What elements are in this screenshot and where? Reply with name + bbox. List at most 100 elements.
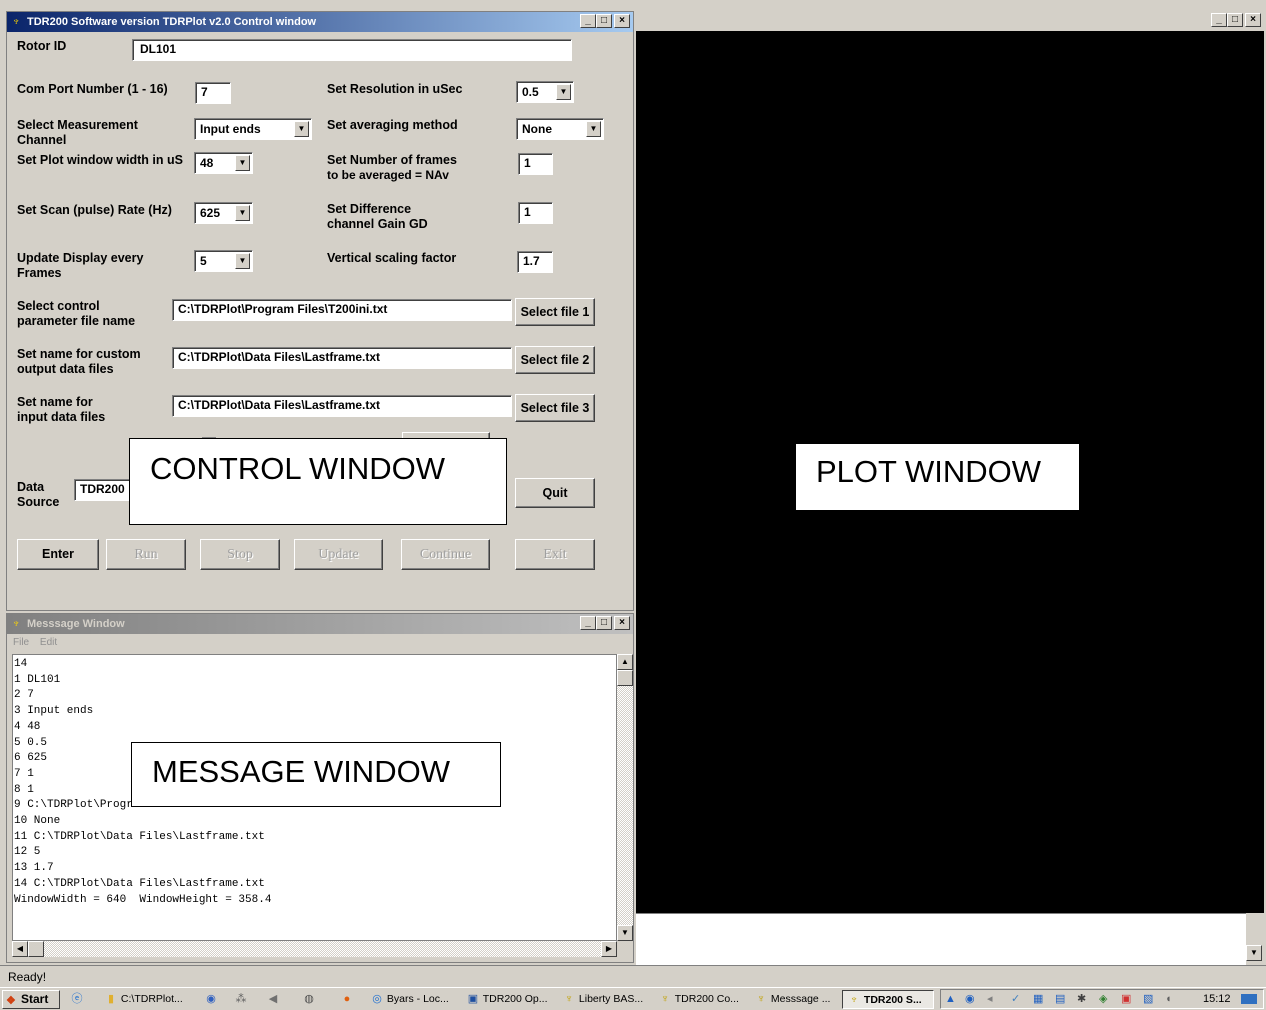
taskbar-item-message[interactable]: ♆ Messsage ... bbox=[750, 990, 838, 1009]
close-icon[interactable]: × bbox=[614, 14, 630, 28]
tray-icon-6[interactable]: ▤ bbox=[1055, 990, 1065, 1008]
update-button[interactable]: Update bbox=[294, 539, 383, 570]
chevron-down-icon[interactable]: ▼ bbox=[235, 253, 250, 269]
minimize-icon[interactable]: _ bbox=[580, 616, 596, 630]
exit-button[interactable]: Exit bbox=[515, 539, 595, 570]
resolution-value: 0.5 bbox=[522, 85, 539, 99]
select-file-3-button[interactable]: Select file 3 bbox=[515, 394, 595, 422]
plot-width-value: 48 bbox=[200, 156, 214, 170]
measurement-channel-select[interactable]: Input ends ▼ bbox=[194, 118, 312, 140]
measurement-channel-value: Input ends bbox=[200, 122, 261, 136]
taskbar-item-liberty[interactable]: ♆ Liberty BAS... bbox=[558, 990, 652, 1009]
volume-icon[interactable]: ◖ bbox=[1165, 990, 1172, 1008]
scroll-left-icon[interactable]: ◀ bbox=[12, 941, 28, 957]
scroll-down-icon[interactable]: ▼ bbox=[1246, 945, 1262, 961]
maximize-icon[interactable]: □ bbox=[596, 14, 612, 28]
tray-icon-10[interactable]: ▧ bbox=[1143, 990, 1153, 1008]
measurement-channel-label-line1: Select Measurement bbox=[17, 118, 138, 132]
com-port-input[interactable]: 7 bbox=[195, 82, 231, 104]
update-display-label: Update Display every Frames bbox=[17, 251, 143, 281]
tray-icon-4[interactable]: ✓ bbox=[1011, 990, 1020, 1008]
maximize-icon[interactable]: □ bbox=[596, 616, 612, 630]
chevron-down-icon[interactable]: ▼ bbox=[586, 121, 601, 137]
tray-icon-1[interactable]: ▲ bbox=[945, 990, 956, 1008]
plot-scrollbar[interactable]: ▼ bbox=[1246, 913, 1262, 965]
start-label: Start bbox=[21, 992, 49, 1006]
enter-button[interactable]: Enter bbox=[17, 539, 99, 570]
output-file-input[interactable]: C:\TDRPlot\Data Files\Lastframe.txt bbox=[172, 347, 512, 369]
taskbar-item-tdr200-s[interactable]: ♆ TDR200 S... bbox=[842, 990, 934, 1009]
tray-icon-9[interactable]: ▣ bbox=[1121, 990, 1131, 1008]
menu-file[interactable]: File bbox=[13, 637, 29, 648]
horizontal-scrollbar[interactable]: ◀ ▶ bbox=[12, 941, 617, 957]
taskbar-item-folder[interactable]: ▮ C:\TDRPlot... bbox=[100, 990, 196, 1009]
update-display-select[interactable]: 5 ▼ bbox=[194, 250, 253, 272]
firefox-icon[interactable]: ● bbox=[336, 990, 356, 1009]
update-display-value: 5 bbox=[200, 254, 207, 268]
select-file-1-button[interactable]: Select file 1 bbox=[515, 298, 595, 326]
minimize-icon[interactable]: _ bbox=[1211, 13, 1227, 27]
scroll-thumb-horizontal[interactable] bbox=[28, 941, 44, 957]
plot-window-titlebar[interactable]: _ □ × bbox=[636, 11, 1264, 31]
chevron-down-icon[interactable]: ▼ bbox=[235, 155, 250, 171]
vertical-scrollbar[interactable]: ▲ ▼ bbox=[617, 654, 633, 941]
resolution-select[interactable]: 0.5 ▼ bbox=[516, 81, 574, 103]
tray-icon-8[interactable]: ◈ bbox=[1099, 990, 1107, 1008]
chevron-down-icon[interactable]: ▼ bbox=[235, 205, 250, 221]
input-file-input[interactable]: C:\TDRPlot\Data Files\Lastframe.txt bbox=[172, 395, 512, 417]
plot-width-label: Set Plot window width in uS bbox=[17, 153, 183, 167]
quicklaunch-icon-2[interactable]: ⁂ bbox=[230, 990, 250, 1009]
output-file-label: Set name for custom output data files bbox=[17, 347, 141, 377]
scroll-up-icon[interactable]: ▲ bbox=[617, 654, 633, 670]
scroll-right-icon[interactable]: ▶ bbox=[601, 941, 617, 957]
continue-button[interactable]: Continue bbox=[401, 539, 490, 570]
taskbar-item-tdr200-co[interactable]: ♆ TDR200 Co... bbox=[654, 990, 748, 1009]
input-file-label-line2: input data files bbox=[17, 410, 106, 424]
show-desktop-icon[interactable] bbox=[1241, 994, 1257, 1004]
taskbar-item-label: Messsage ... bbox=[770, 993, 831, 1005]
quicklaunch-icon-1[interactable]: ◉ bbox=[200, 990, 220, 1009]
tray-icon-3[interactable]: ◂ bbox=[987, 990, 993, 1008]
message-window-titlebar[interactable]: ♆ Messsage Window _ □ × bbox=[7, 614, 633, 634]
plot-width-select[interactable]: 48 ▼ bbox=[194, 152, 253, 174]
chevron-down-icon[interactable]: ▼ bbox=[294, 121, 309, 137]
tray-icon-7[interactable]: ✱ bbox=[1077, 990, 1086, 1008]
stop-button[interactable]: Stop bbox=[200, 539, 280, 570]
taskbar-item-word[interactable]: ▣ TDR200 Op... bbox=[462, 990, 556, 1009]
start-button[interactable]: ❖ Start bbox=[2, 990, 60, 1009]
scan-rate-label: Set Scan (pulse) Rate (Hz) bbox=[17, 203, 172, 217]
close-icon[interactable]: × bbox=[1245, 13, 1261, 27]
close-icon[interactable]: × bbox=[614, 616, 630, 630]
scroll-thumb[interactable] bbox=[617, 670, 633, 686]
rotor-id-input[interactable]: DL101 bbox=[132, 39, 572, 61]
chevron-down-icon[interactable]: ▼ bbox=[556, 84, 571, 100]
control-file-input[interactable]: C:\TDRPlot\Program Files\T200ini.txt bbox=[172, 299, 512, 321]
tray-icon-5[interactable]: ▦ bbox=[1033, 990, 1043, 1008]
averaging-method-select[interactable]: None ▼ bbox=[516, 118, 604, 140]
difference-gain-input[interactable]: 1 bbox=[518, 202, 553, 224]
ie-icon[interactable]: ⓔ bbox=[66, 990, 86, 1009]
select-file-2-button[interactable]: Select file 2 bbox=[515, 346, 595, 374]
run-button[interactable]: Run bbox=[106, 539, 186, 570]
message-window-title: Messsage Window bbox=[27, 618, 125, 630]
frames-averaged-label-line1: Set Number of frames bbox=[327, 153, 457, 167]
clock[interactable]: 15:12 bbox=[1203, 990, 1231, 1008]
minimize-icon[interactable]: _ bbox=[580, 14, 596, 28]
quicklaunch-icon-3[interactable]: ◀ bbox=[262, 990, 282, 1009]
quicklaunch-icon-4[interactable]: ◍ bbox=[298, 990, 318, 1009]
scroll-down-icon[interactable]: ▼ bbox=[617, 925, 633, 941]
taskbar-item-byars[interactable]: ◎ Byars - Loc... bbox=[366, 990, 460, 1009]
tray-icon-2[interactable]: ◉ bbox=[965, 990, 975, 1008]
quit-button[interactable]: Quit bbox=[515, 478, 595, 508]
window-buttons: _ □ × bbox=[580, 14, 630, 30]
control-window-titlebar[interactable]: ♆ TDR200 Software version TDRPlot v2.0 C… bbox=[7, 12, 633, 32]
frames-averaged-label-line2: to be averaged = NAv bbox=[327, 168, 449, 182]
averaging-method-label: Set averaging method bbox=[327, 118, 458, 132]
frames-averaged-input[interactable]: 1 bbox=[518, 153, 553, 175]
vertical-scaling-input[interactable]: 1.7 bbox=[517, 251, 553, 273]
update-display-label-line2: Frames bbox=[17, 266, 62, 280]
message-window-annotation: MESSAGE WINDOW bbox=[131, 742, 501, 807]
maximize-icon[interactable]: □ bbox=[1227, 13, 1243, 27]
menu-edit[interactable]: Edit bbox=[40, 637, 57, 648]
scan-rate-select[interactable]: 625 ▼ bbox=[194, 202, 253, 224]
